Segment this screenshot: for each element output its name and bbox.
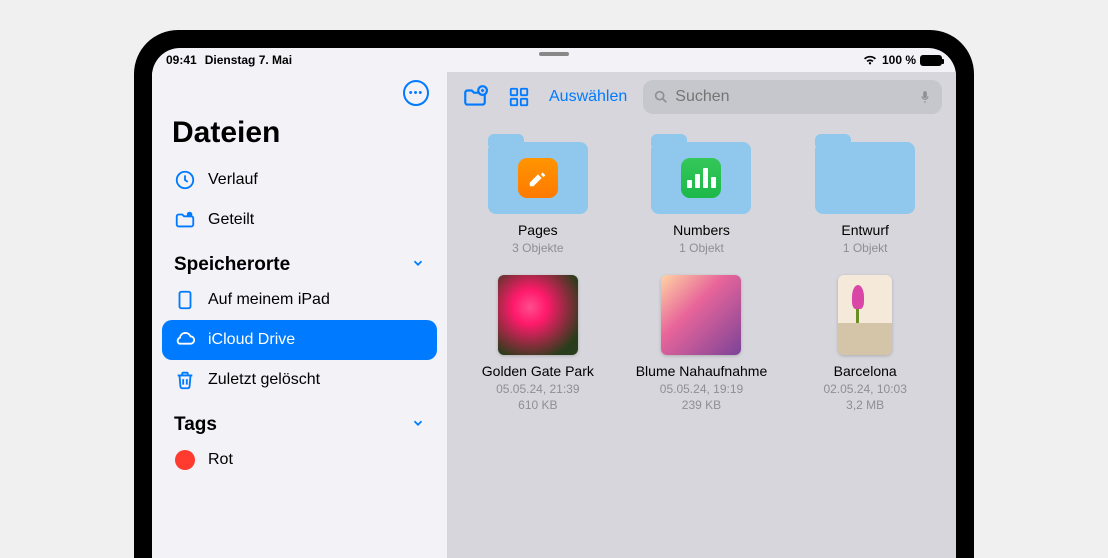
main-content: Auswählen Pages [447, 72, 956, 558]
ipad-icon [174, 289, 196, 311]
chevron-down-icon [411, 416, 425, 435]
section-title: Tags [174, 414, 217, 436]
item-name: Numbers [673, 222, 730, 239]
more-button[interactable]: ••• [403, 80, 429, 106]
battery-pct: 100 % [882, 53, 916, 67]
app-title: Dateien [162, 116, 437, 160]
folder-entwurf[interactable]: Entwurf 1 Objekt [788, 142, 942, 255]
file-barcelona[interactable]: Barcelona 02.05.24, 10:03 3,2 MB [788, 275, 942, 412]
sidebar-item-label: Rot [208, 451, 233, 469]
select-button[interactable]: Auswählen [549, 88, 627, 106]
item-sub: 1 Objekt [679, 241, 724, 255]
item-name: Golden Gate Park [482, 363, 594, 380]
tags-header[interactable]: Tags [162, 400, 437, 440]
file-blume[interactable]: Blume Nahaufnahme 05.05.24, 19:19 239 KB [625, 275, 779, 412]
sidebar-item-label: Zuletzt gelöscht [208, 371, 320, 389]
item-size: 610 KB [518, 398, 557, 412]
tag-dot-icon [174, 449, 196, 471]
files-app: ••• Dateien Verlauf Geteilt Speiche [152, 72, 956, 558]
sidebar-item-icloud[interactable]: iCloud Drive [162, 320, 437, 360]
chevron-down-icon [411, 256, 425, 275]
file-golden-gate[interactable]: Golden Gate Park 05.05.24, 21:39 610 KB [461, 275, 615, 412]
item-size: 3,2 MB [846, 398, 884, 412]
folder-icon [651, 142, 751, 214]
status-date: Dienstag 7. Mai [205, 53, 292, 67]
toolbar: Auswählen [447, 72, 956, 122]
item-name: Blume Nahaufnahme [636, 363, 768, 380]
status-time: 09:41 [166, 53, 197, 67]
pages-app-icon [518, 158, 558, 198]
item-sub: 1 Objekt [843, 241, 888, 255]
camera-notch [539, 52, 569, 56]
item-date: 05.05.24, 21:39 [496, 382, 579, 396]
item-date: 02.05.24, 10:03 [823, 382, 906, 396]
folder-numbers[interactable]: Numbers 1 Objekt [625, 142, 779, 255]
section-title: Speicherorte [174, 254, 290, 276]
files-grid: Pages 3 Objekte Numbers 1 Objekt [447, 122, 956, 432]
sidebar-tag-red[interactable]: Rot [162, 440, 437, 480]
folder-icon [488, 142, 588, 214]
new-folder-button[interactable] [461, 83, 489, 111]
trash-icon [174, 369, 196, 391]
mic-icon[interactable] [918, 88, 932, 106]
item-name: Pages [518, 222, 558, 239]
search-input[interactable] [675, 88, 912, 106]
item-size: 239 KB [682, 398, 721, 412]
sidebar: ••• Dateien Verlauf Geteilt Speiche [152, 72, 447, 558]
item-date: 05.05.24, 19:19 [660, 382, 743, 396]
locations-header[interactable]: Speicherorte [162, 240, 437, 280]
item-name: Entwurf [841, 222, 888, 239]
ipad-frame: 09:41 Dienstag 7. Mai 100 % ••• Dateien [134, 30, 974, 558]
item-sub: 3 Objekte [512, 241, 563, 255]
view-grid-button[interactable] [505, 83, 533, 111]
sidebar-item-label: Auf meinem iPad [208, 291, 330, 309]
search-icon [653, 89, 669, 105]
sidebar-item-label: Geteilt [208, 211, 254, 229]
sidebar-item-label: iCloud Drive [208, 331, 295, 349]
battery-icon [920, 55, 942, 66]
cloud-icon [174, 329, 196, 351]
image-thumbnail [498, 275, 578, 355]
wifi-icon [862, 54, 878, 66]
sidebar-item-shared[interactable]: Geteilt [162, 200, 437, 240]
folder-pages[interactable]: Pages 3 Objekte [461, 142, 615, 255]
folder-icon [815, 142, 915, 214]
numbers-app-icon [681, 158, 721, 198]
image-thumbnail [661, 275, 741, 355]
clock-icon [174, 169, 196, 191]
search-field[interactable] [643, 80, 942, 114]
sidebar-item-on-ipad[interactable]: Auf meinem iPad [162, 280, 437, 320]
screen: 09:41 Dienstag 7. Mai 100 % ••• Dateien [152, 48, 956, 558]
item-name: Barcelona [834, 363, 897, 380]
sidebar-item-recents[interactable]: Verlauf [162, 160, 437, 200]
sidebar-item-label: Verlauf [208, 171, 258, 189]
shared-folder-icon [174, 209, 196, 231]
image-thumbnail [838, 275, 892, 355]
sidebar-item-trash[interactable]: Zuletzt gelöscht [162, 360, 437, 400]
